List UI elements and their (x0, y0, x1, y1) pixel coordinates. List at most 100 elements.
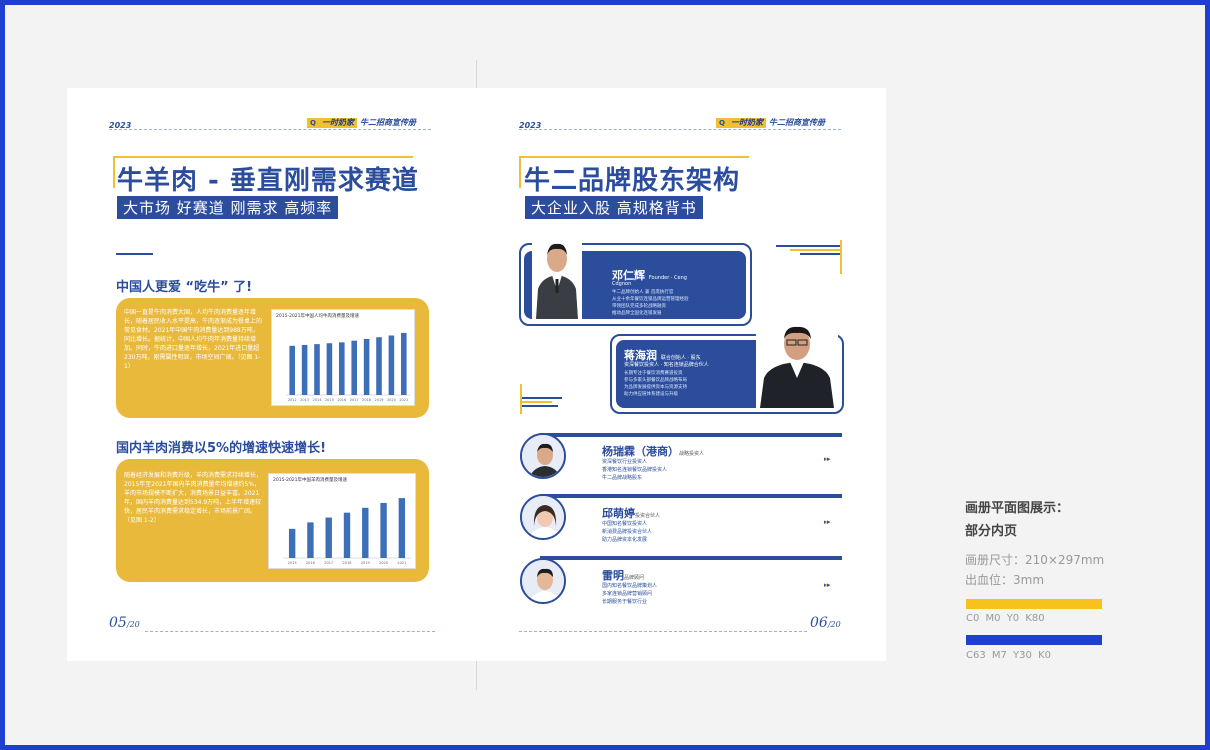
footer-rule (519, 631, 807, 632)
chart-bar (326, 343, 333, 395)
shareholder-photo (756, 312, 838, 408)
search-icon: Q (716, 117, 728, 128)
section-heading: 中国人更爱 “吃牛” 了! (116, 280, 253, 295)
row-desc: 中国知名餐饮投资人 新消费品牌投资合伙人 助力品牌资本化发展 (602, 521, 653, 543)
row-name-text: 邱萌婷 (602, 507, 635, 520)
chart-bar (314, 344, 320, 395)
header-rule (109, 129, 431, 131)
chart-bar (301, 344, 308, 395)
bar-chart: 2012 2013 2014 2015 2016 2017 2018 2019 2020 2021 (286, 332, 410, 402)
page-title: 牛羊肉 - 垂直刚需求赛道 (117, 166, 419, 196)
chart-bar (363, 338, 370, 395)
section-body: 随着经济发展和消费升级，羊肉消费需求持续增长，2015年至2021年国内羊肉消费… (124, 472, 262, 524)
avatar (520, 558, 566, 604)
title-accent-bar (519, 156, 521, 188)
page-total: /20 (126, 620, 140, 629)
shareholder-role: Cdgnon (612, 281, 632, 287)
x-tick-label: 2016 (337, 398, 346, 402)
row-tag: 战略投资人 (679, 451, 705, 457)
title-accent-top (519, 156, 749, 158)
header-tag-primary: 一时奶家 (728, 117, 766, 128)
page-subtitle: 大市场 好赛道 刚需求 高频率 (117, 196, 339, 219)
row-name: 邱萌婷投资合伙人 (602, 505, 660, 521)
shareholder-name-en: Founder · Ceng (648, 275, 687, 281)
row-name: 杨瑞霖（港商）战略投资人 (602, 443, 704, 459)
arrow-icon: ▸▸▸ (824, 518, 830, 526)
swatch-label: C63 M7 Y30 K0 (966, 650, 1051, 661)
x-tick-label: 2017 (350, 398, 359, 402)
x-tick-label: 2012 (288, 398, 297, 402)
x-tick-label: 2018 (343, 561, 352, 565)
page-subtitle: 大企业入股 高规格背书 (525, 196, 703, 219)
row-desc: 资深餐饮行业投资人 香港知名连锁餐饮品牌投资人 牛二品牌战略股东 (602, 459, 668, 481)
row-name: 雷明品牌顾问 (602, 567, 644, 583)
row-name-text: 雷明 (602, 569, 624, 582)
chart-panel: 2015-2021年中国人均牛肉消费量及增速 2012 2013 2014 2015 2… (271, 309, 415, 406)
shareholder-photo (532, 229, 582, 319)
x-tick-label: 2019 (361, 561, 370, 565)
avatar (520, 494, 566, 540)
section-body: 中国一直是牛肉消费大国，人均牛肉消费量逐年增长，随着居民收入水平提高，牛肉逐渐成… (124, 309, 262, 370)
shareholder-role: 资深餐饮投资人 · 知名连锁品牌合伙人 (624, 362, 709, 368)
x-tick-label: 2018 (362, 398, 371, 402)
shareholder-desc: 长期专注于餐饮消费赛道投资 参与多家头部餐饮品牌战略布局 为品牌发展提供资本与资… (624, 371, 687, 397)
header-tag-secondary: 牛二招商宣传册 (360, 118, 416, 127)
x-tick-label: 2014 (313, 398, 323, 402)
header-tag: Q 一时奶家 牛二招商宣传册 (716, 117, 828, 128)
chart-bar (289, 345, 295, 395)
x-tick-label: 2017 (324, 561, 333, 565)
row-divider (540, 556, 842, 560)
row-desc: 国内知名餐饮品牌策划人 多家连锁品牌营销顾问 长期服务于餐饮行业 (602, 583, 658, 605)
chart-bar (339, 342, 345, 395)
decorative-lines (776, 245, 840, 257)
deco-bar (520, 384, 522, 414)
chart-bar (376, 337, 382, 395)
swatch-label: C0 M0 Y0 K80 (966, 613, 1045, 624)
deco-bar (840, 240, 842, 274)
x-tick-label: 2021 (397, 561, 406, 565)
footer-rule (145, 631, 435, 632)
chart-bar (398, 498, 406, 558)
decorative-lines (522, 397, 562, 409)
search-icon: Q (307, 117, 319, 128)
x-tick-label: 2019 (375, 398, 384, 402)
info-card: 中国一直是牛肉消费大国，人均牛肉消费量逐年增长，随着居民收入水平提高，牛肉逐渐成… (116, 298, 429, 418)
chart-bar (288, 528, 296, 558)
row-tag: 品牌顾问 (624, 575, 645, 581)
caption-bleed: 出血位：3mm (965, 573, 1045, 587)
header-tag-primary: 一时奶家 (319, 117, 357, 128)
header-tag: Q 一时奶家 牛二招商宣传册 (307, 117, 419, 128)
page-number-value: 06 (810, 615, 828, 631)
shareholder-panel: 邓仁辉 Founder · Ceng Cdgnon 牛二品牌创始人 兼 首席执行… (524, 229, 746, 319)
arrow-icon: ▸▸▸ (824, 455, 830, 463)
x-tick-label: 2016 (306, 561, 315, 565)
page-total: /20 (827, 620, 841, 629)
x-tick-label: 2021 (399, 398, 408, 402)
page-number: 05/20 (109, 615, 140, 631)
chart-bar (307, 522, 314, 558)
left-page: 2023 Q 一时奶家 牛二招商宣传册 牛羊肉 - 垂直刚需求赛道 大市场 好赛… (67, 88, 477, 661)
color-swatch-blue (966, 635, 1102, 645)
caption-title: 画册平面图展示： (965, 501, 1070, 516)
right-page: 2023 Q 一时奶家 牛二招商宣传册 牛二品牌股东架构 大企业入股 高规格背书 (476, 88, 886, 661)
info-card: 随着经济发展和消费升级，羊肉消费需求持续增长，2015年至2021年国内羊肉消费… (116, 459, 429, 582)
x-tick-label: 2015 (288, 561, 297, 565)
chart-bar (380, 502, 387, 558)
page-number: 06/20 (810, 615, 841, 631)
x-tick-label: 2013 (300, 398, 309, 402)
chart-bar (362, 507, 369, 558)
chart-bar (343, 512, 351, 558)
arrow-icon: ▸▸▸ (824, 581, 830, 589)
row-name-text: 杨瑞霖（港商） (602, 445, 679, 458)
chart-panel: 2015-2021年中国羊肉消费量及增速 2015 2016 2017 2018 201… (268, 473, 416, 569)
chart-bar (351, 340, 357, 395)
page-title: 牛二品牌股东架构 (524, 166, 741, 196)
caption-subtitle: 部分内页 (965, 524, 1018, 539)
chart-bar (388, 335, 395, 395)
title-accent-bar (113, 156, 115, 188)
section-heading: 国内羊肉消费以5%的增速快速增长! (116, 441, 326, 456)
x-tick-label: 2015 (325, 398, 334, 402)
chart-bar (325, 517, 332, 558)
row-tag: 投资合伙人 (635, 513, 661, 519)
shareholder-panel: 蒋海润 联合创始人 · 股东 资深餐饮投资人 · 知名连锁品牌合伙人 长期专注于… (616, 312, 838, 408)
